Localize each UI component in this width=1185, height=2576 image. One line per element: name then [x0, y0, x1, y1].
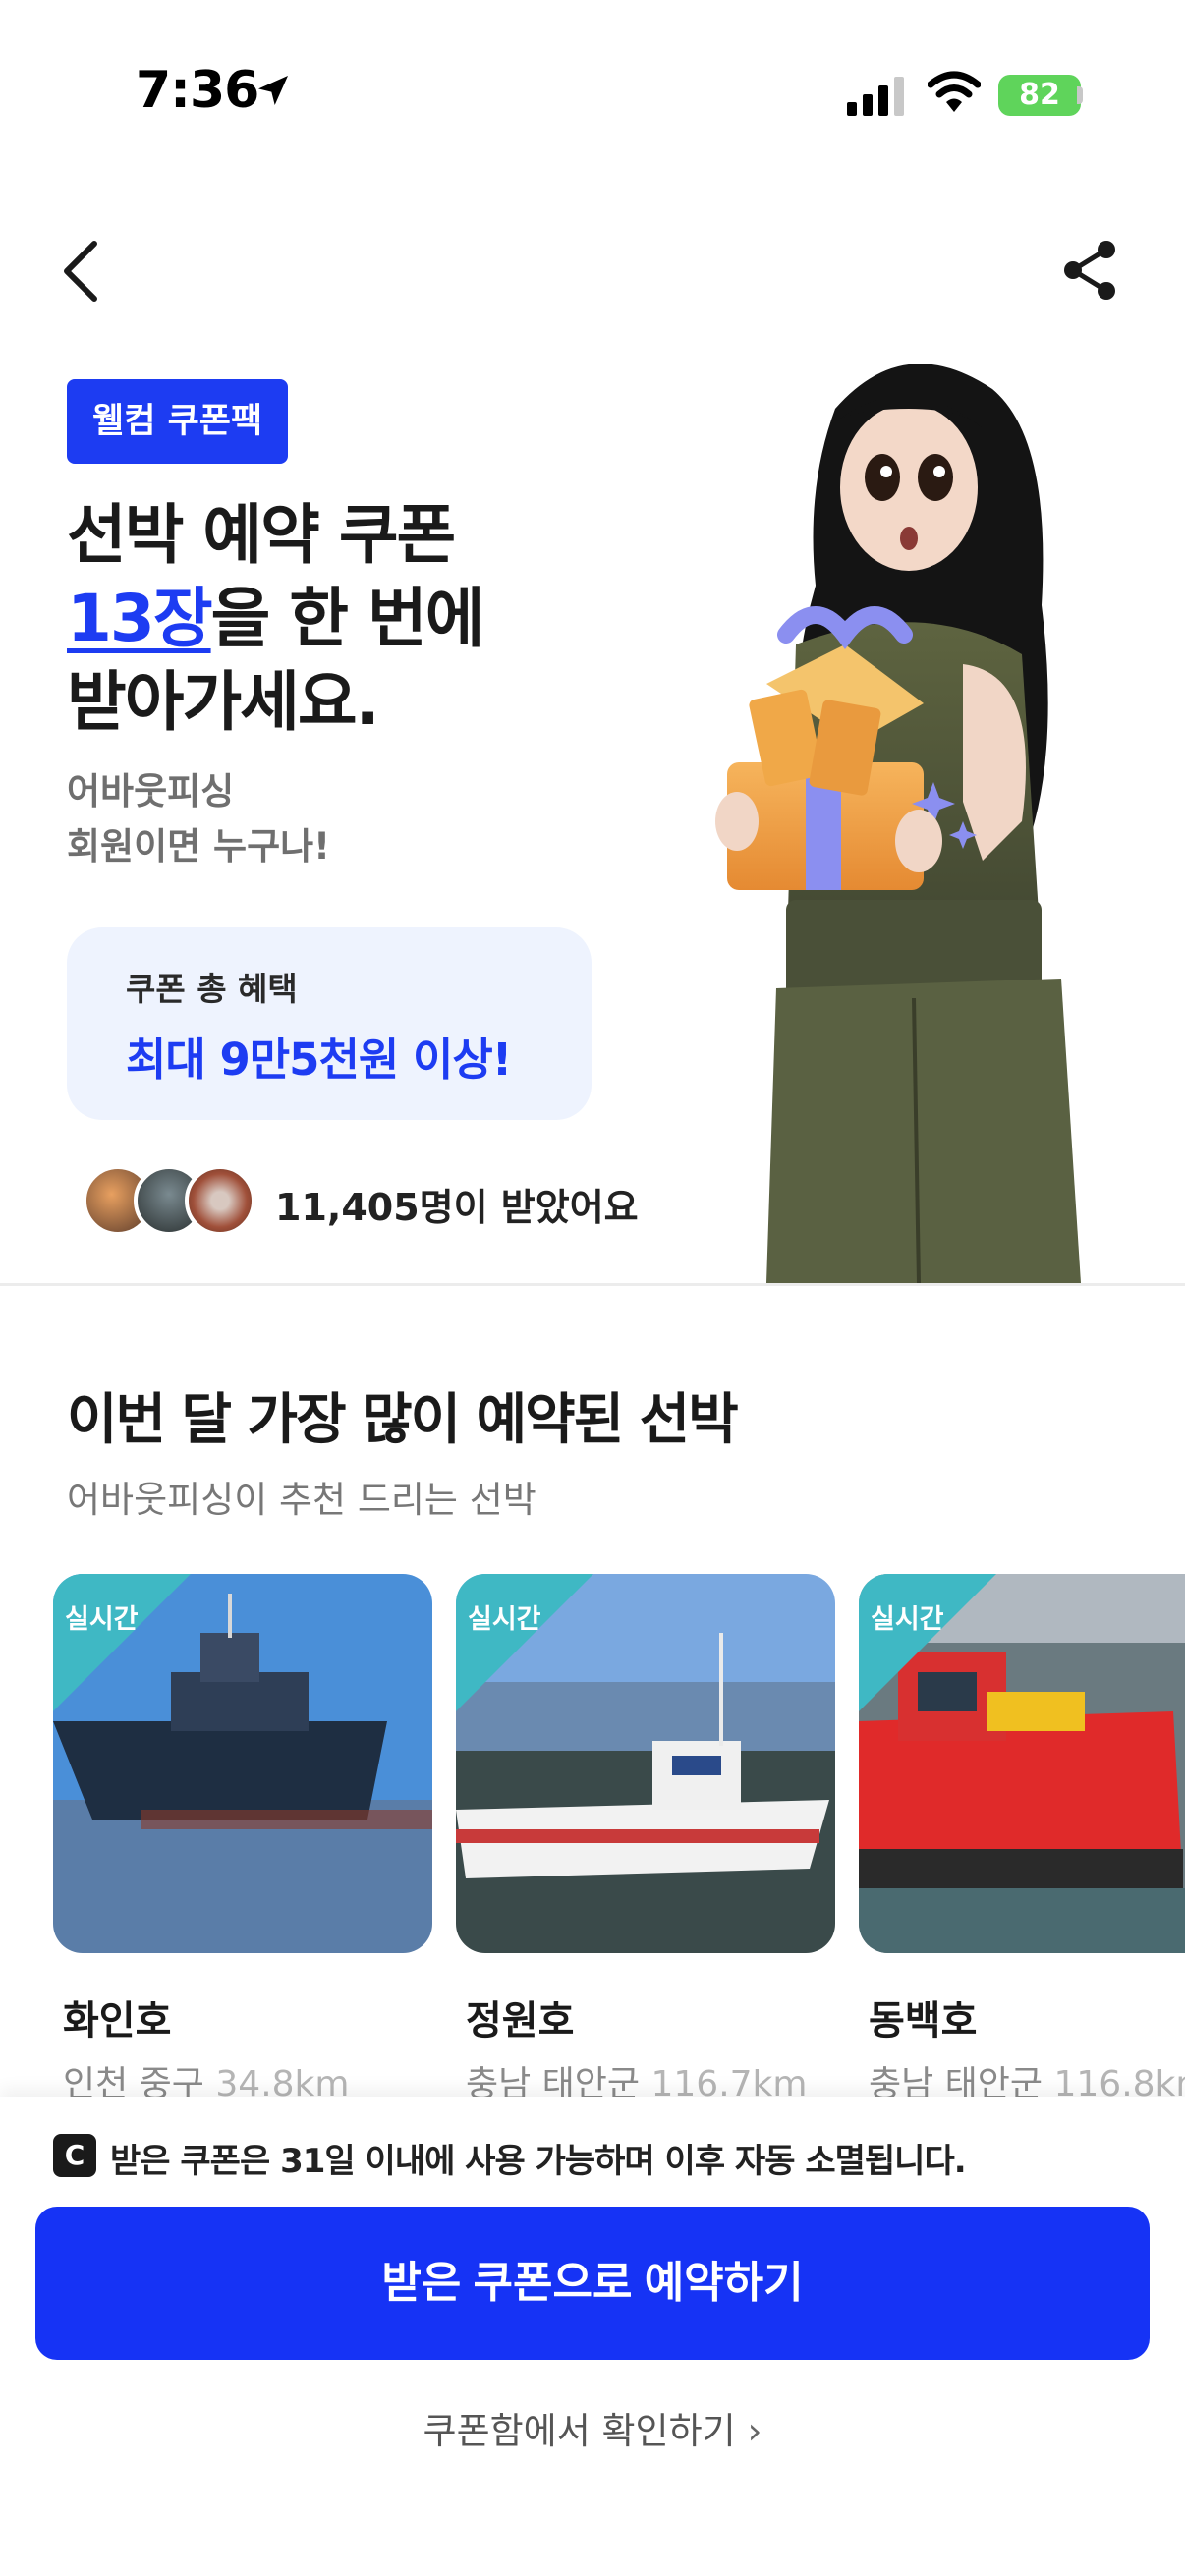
welcome-coupon-badge: 웰컴 쿠폰팩 — [67, 379, 289, 464]
hero-title-line1: 선박 예약 쿠폰 — [67, 497, 456, 573]
boat-name: 동백호 — [869, 1998, 978, 2044]
benefit-label: 쿠폰 총 혜택 — [126, 970, 298, 1008]
boat-image: 실시간 — [53, 1574, 432, 1953]
hero-title: 선박 예약 쿠폰 13장을 한 번에 받아가세요. — [67, 493, 617, 744]
hero-subtitle-line2: 회원이면 누구나! — [67, 825, 331, 868]
back-button[interactable] — [53, 232, 112, 310]
hero-title-line2-rest: 을 한 번에 — [210, 581, 485, 656]
chevron-right-icon: › — [747, 2410, 762, 2452]
live-tag-background — [456, 1574, 593, 1711]
boat-name: 정원호 — [466, 1998, 575, 2044]
popular-boats-subtitle: 어바웃피싱이 추천 드리는 선박 — [67, 1479, 536, 1521]
location-arrow-icon — [258, 76, 288, 105]
bottom-action-sheet: C 받은 쿠폰은 31일 이내에 사용 가능하며 이후 자동 소멸됩니다. 받은… — [0, 2097, 1185, 2576]
book-with-coupon-button[interactable]: 받은 쿠폰으로 예약하기 — [35, 2207, 1150, 2360]
share-button[interactable] — [1059, 236, 1122, 305]
hero-title-line3: 받아가세요. — [67, 664, 380, 740]
boat-name: 화인호 — [63, 1998, 172, 2044]
live-tag-background — [53, 1574, 191, 1711]
coupon-icon: C — [53, 2134, 96, 2177]
boat-card-carousel[interactable]: 실시간 화인호 인천 중구 34.8km 실시간 정원호 충남 태안군 116.… — [53, 1574, 1185, 2104]
cellular-signal-icon — [847, 77, 904, 116]
share-icon — [1064, 241, 1115, 300]
coupon-box-link[interactable]: 쿠폰함에서 확인하기 › — [0, 2401, 1185, 2454]
coupon-expiry-notice: 받은 쿠폰은 31일 이내에 사용 가능하며 이후 자동 소멸됩니다. — [110, 2142, 967, 2181]
boat-image: 실시간 — [456, 1574, 835, 1953]
boat-card[interactable]: 실시간 동백호 충남 태안군 116.8km — [859, 1574, 1185, 2104]
hero-subtitle-line1: 어바웃피싱 — [67, 770, 235, 812]
received-count-text: 11,405명이 받았어요 — [275, 1186, 639, 1229]
status-time: 7:36 — [136, 61, 259, 120]
live-tag-background — [859, 1574, 996, 1711]
live-tag: 실시간 — [65, 1604, 139, 1635]
status-bar: 7:36 82 — [0, 0, 1185, 187]
coupon-count-highlight: 13장 — [67, 581, 213, 656]
live-tag: 실시간 — [871, 1604, 944, 1635]
wifi-icon — [928, 71, 981, 112]
battery-indicator: 82 — [998, 75, 1081, 116]
section-divider — [0, 1283, 1185, 1286]
avatar-stack — [83, 1165, 255, 1240]
avatar — [185, 1165, 255, 1236]
benefit-box: 쿠폰 총 혜택 최대 9만5천원 이상! — [67, 927, 592, 1120]
boat-card[interactable]: 실시간 화인호 인천 중구 34.8km — [53, 1574, 432, 2104]
popular-boats-title: 이번 달 가장 많이 예약된 선박 — [67, 1388, 739, 1452]
hero-title-line2: 13장을 한 번에 — [67, 577, 617, 660]
chevron-left-icon — [64, 241, 97, 302]
hero-illustration — [715, 364, 1081, 1283]
boat-image: 실시간 — [859, 1574, 1185, 1953]
hero-subtitle: 어바웃피싱 회원이면 누구나! — [67, 764, 330, 874]
coupon-box-link-label: 쿠폰함에서 확인하기 — [423, 2410, 736, 2452]
battery-cap — [1077, 86, 1083, 104]
boat-card[interactable]: 실시간 정원호 충남 태안군 116.7km — [456, 1574, 835, 2104]
benefit-value: 최대 9만5천원 이상! — [126, 1034, 512, 1086]
live-tag: 실시간 — [468, 1604, 541, 1635]
